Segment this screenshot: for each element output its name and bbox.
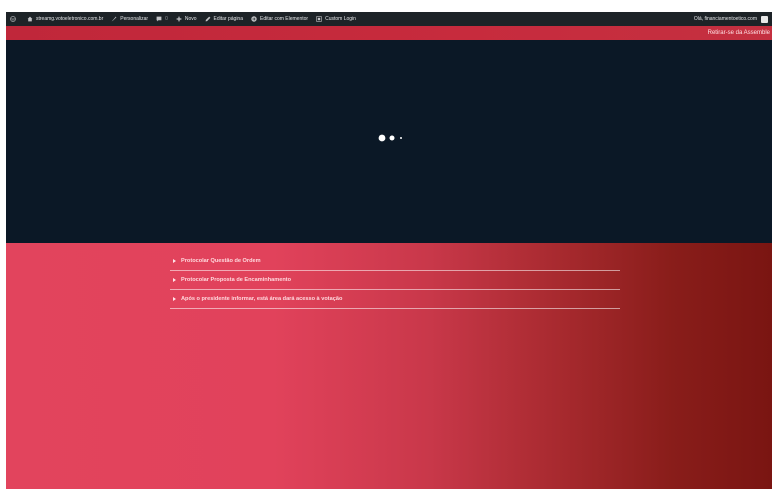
pencil-icon [205,16,210,22]
accordion-section: Protocolar Questão de Ordem Protocolar P… [6,243,772,489]
elementor-icon [251,16,257,22]
custom-login-label: Custom Login [325,16,356,22]
new-label: Novo [184,16,197,22]
site-name-label: streamg.votoeletronico.com.br [36,16,104,22]
accordion-item-acesso-votacao[interactable]: Após o presidente informar, está área da… [170,290,620,309]
login-icon [316,16,322,22]
edit-elementor-link[interactable]: Editar com Elementor [247,12,312,26]
wp-admin-bar: W streamg.votoeletronico.com.br Personal… [6,12,772,26]
caret-right-icon [173,278,176,282]
greeting-label: Olá, financiamentoetico.com [693,16,757,22]
caret-right-icon [173,259,176,263]
customize-label: Personalizar [120,16,149,22]
brush-icon [111,16,117,22]
plus-icon [176,16,182,22]
video-player[interactable] [6,40,772,243]
accordion-item-label: Protocolar Questão de Ordem [181,258,261,264]
customize-link[interactable]: Personalizar [107,12,152,26]
avatar [761,15,768,23]
accordion-item-label: Após o presidente informar, está área da… [181,296,343,302]
edit-page-link[interactable]: Editar página [201,12,247,26]
home-icon [27,16,33,22]
edit-page-label: Editar página [213,16,243,22]
caret-right-icon [173,297,176,301]
svg-text:W: W [11,17,15,21]
loading-spinner-icon [378,134,402,142]
comments-count: 0 [165,16,168,22]
accordion-item-questao-de-ordem[interactable]: Protocolar Questão de Ordem [170,252,620,271]
accordion-item-label: Protocolar Proposta de Encaminhamento [181,277,292,283]
browser-viewport: W streamg.votoeletronico.com.br Personal… [6,12,772,489]
accordion-item-proposta-encaminhamento[interactable]: Protocolar Proposta de Encaminhamento [170,271,620,290]
leave-assembly-link[interactable]: Retirar-se da Assemble [708,30,772,36]
site-name-link[interactable]: streamg.votoeletronico.com.br [23,12,107,26]
edit-elementor-label: Editar com Elementor [260,16,309,22]
my-account-menu[interactable]: Olá, financiamentoetico.com [694,12,772,26]
new-content-link[interactable]: Novo [172,12,201,26]
comments-link[interactable]: 0 [152,12,172,26]
wordpress-logo-button[interactable]: W [6,12,23,26]
wordpress-icon: W [10,16,16,22]
comment-icon [156,16,162,22]
site-header: Retirar-se da Assemble [6,26,772,40]
custom-login-link[interactable]: Custom Login [312,12,360,26]
